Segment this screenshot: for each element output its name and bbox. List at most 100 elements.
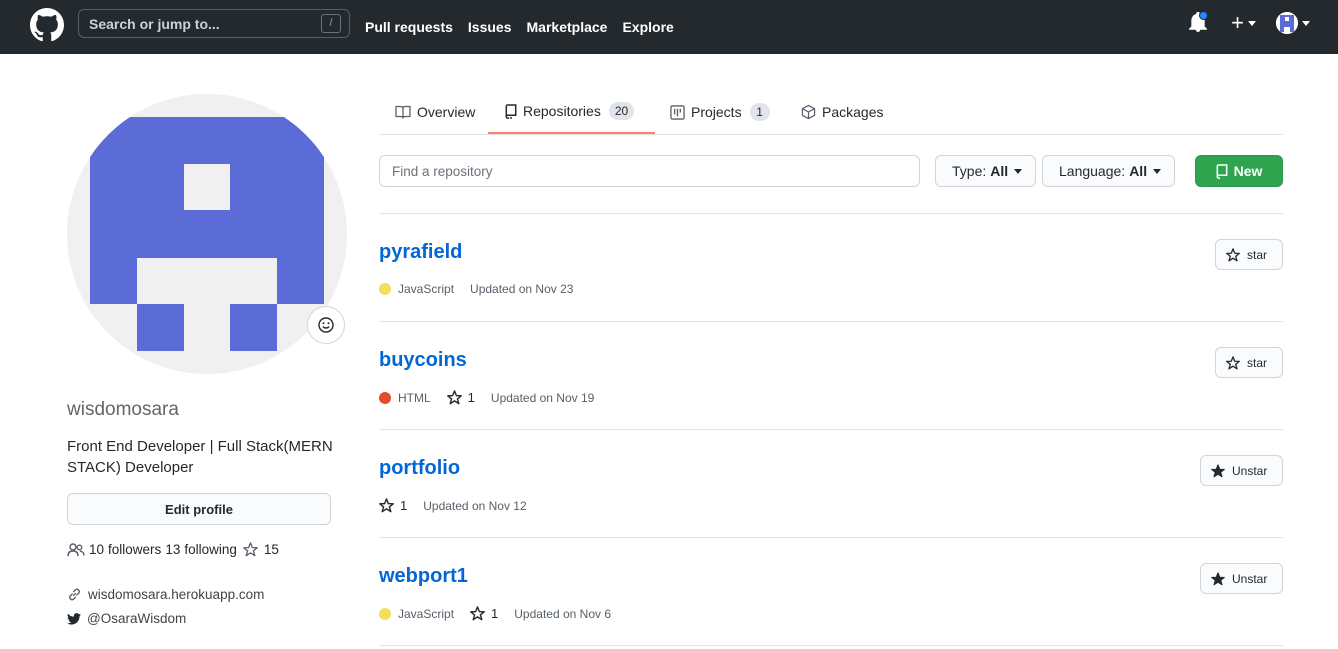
repo-language: JavaScript — [398, 606, 455, 621]
tab-label: Overview — [417, 104, 476, 120]
repo-star-count: 1 — [491, 606, 499, 621]
type-filter-dropdown[interactable]: Type: All — [935, 155, 1036, 187]
repo-icon — [1216, 163, 1228, 179]
profile-avatar — [67, 94, 347, 374]
repo-updated: Updated on Nov 23 — [470, 282, 574, 296]
star-icon — [1226, 355, 1240, 369]
repo-stargazers[interactable]: 1 — [470, 606, 498, 621]
language-color-dot — [379, 283, 391, 295]
repo-stargazers[interactable]: 1 — [379, 498, 407, 513]
search-input[interactable] — [79, 10, 309, 37]
repo-star-count: 1 — [400, 498, 408, 513]
unstar-button[interactable]: Unstar — [1200, 455, 1283, 486]
star-filled-icon — [1211, 571, 1225, 585]
github-logo-icon[interactable] — [30, 8, 64, 42]
tab-label: Packages — [822, 104, 884, 120]
stars-count[interactable]: 15 — [264, 542, 279, 557]
repo-meta: JavaScript 1 Updated on Nov 6 — [379, 606, 611, 621]
star-button-label: star — [1247, 355, 1268, 370]
edit-profile-button[interactable]: Edit profile — [67, 493, 331, 525]
repo-meta: JavaScript Updated on Nov 23 — [379, 282, 573, 296]
follow-stats: 10 followers 13 following 15 — [67, 542, 283, 557]
chevron-down-icon — [1014, 168, 1023, 174]
tab-label: Projects — [691, 104, 742, 120]
star-button[interactable]: star — [1215, 347, 1283, 378]
profile-bio: Front End Developer | Full Stack(MERN ST… — [67, 438, 333, 476]
star-icon — [1226, 247, 1240, 261]
repo-stargazers[interactable]: 1 — [446, 390, 475, 405]
nav-explore[interactable]: Explore — [622, 19, 673, 35]
global-search[interactable]: / — [78, 9, 350, 38]
repo-updated: Updated on Nov 19 — [490, 390, 595, 405]
header-nav: Pull requests Issues Marketplace Explore — [365, 0, 689, 54]
user-menu[interactable] — [1276, 12, 1310, 34]
twitter-icon — [67, 612, 81, 625]
star-button[interactable]: star — [1215, 239, 1283, 270]
header-actions: + — [1189, 11, 1310, 34]
divider — [379, 213, 1283, 214]
star-button-label: Unstar — [1232, 571, 1268, 586]
following-label[interactable]: following — [184, 542, 237, 557]
star-icon — [470, 606, 485, 621]
star-button-label: Unstar — [1232, 463, 1268, 478]
website-text[interactable]: wisdomosara.herokuapp.com — [88, 587, 264, 602]
chevron-down-icon — [1153, 168, 1162, 174]
type-filter-label: Type: — [952, 163, 987, 179]
star-icon — [446, 390, 462, 405]
notifications-button[interactable] — [1189, 11, 1209, 34]
tab-packages[interactable]: Packages — [801, 90, 883, 134]
new-button-label: New — [1233, 163, 1263, 179]
repo-name-link[interactable]: webport1 — [379, 565, 468, 588]
following-count[interactable]: 13 — [165, 542, 180, 557]
divider — [379, 321, 1283, 322]
twitter-link[interactable]: @OsaraWisdom — [67, 611, 186, 626]
people-icon — [67, 542, 85, 556]
tab-label: Repositories — [523, 103, 601, 119]
repo-star-count: 1 — [467, 390, 475, 405]
repo-meta: 1 Updated on Nov 12 — [379, 498, 527, 513]
nav-marketplace[interactable]: Marketplace — [527, 19, 608, 35]
repo-updated: Updated on Nov 6 — [514, 606, 611, 621]
profile-username: wisdomosara — [67, 399, 179, 420]
unstar-button[interactable]: Unstar — [1200, 563, 1283, 594]
nav-issues[interactable]: Issues — [468, 19, 512, 35]
link-icon — [69, 588, 80, 601]
language-filter-value: All — [1129, 163, 1148, 179]
top-header: / Pull requests Issues Marketplace Explo… — [0, 0, 1338, 54]
star-icon — [242, 542, 258, 557]
language-filter-label: Language: — [1059, 163, 1126, 179]
repo-name-link[interactable]: portfolio — [379, 457, 460, 480]
twitter-handle[interactable]: @OsaraWisdom — [87, 611, 186, 626]
search-shortcut-hint: / — [321, 14, 341, 33]
book-icon — [395, 105, 411, 119]
package-icon — [801, 104, 816, 120]
chevron-down-icon — [1302, 20, 1310, 26]
divider — [379, 429, 1283, 430]
divider — [379, 537, 1283, 538]
avatar — [1276, 12, 1298, 34]
language-color-dot — [379, 607, 391, 620]
followers-label[interactable]: followers — [108, 542, 161, 557]
website-link[interactable]: wisdomosara.herokuapp.com — [67, 587, 264, 602]
tab-projects[interactable]: Projects 1 — [670, 90, 770, 134]
find-repository-input[interactable] — [379, 155, 920, 187]
nav-pull-requests[interactable]: Pull requests — [365, 19, 453, 35]
repo-name-link[interactable]: pyrafield — [379, 241, 462, 264]
star-icon — [379, 498, 394, 513]
plus-icon: + — [1231, 10, 1244, 35]
project-icon — [670, 104, 685, 120]
tab-repositories[interactable]: Repositories 20 — [488, 90, 655, 134]
tab-overview[interactable]: Overview — [395, 90, 475, 134]
new-repository-button[interactable]: New — [1195, 155, 1283, 187]
repo-icon — [505, 103, 517, 119]
repo-name-link[interactable]: buycoins — [379, 349, 467, 372]
set-status-button[interactable] — [307, 306, 345, 344]
followers-count[interactable]: 10 — [89, 542, 104, 557]
language-filter-dropdown[interactable]: Language: All — [1042, 155, 1175, 187]
create-new-menu[interactable]: + — [1231, 12, 1256, 34]
profile-tabs: Overview Repositories 20 Projects 1 Pack… — [379, 90, 1283, 135]
type-filter-value: All — [990, 163, 1009, 179]
divider — [379, 645, 1283, 646]
repo-language: HTML — [398, 390, 431, 405]
repo-updated: Updated on Nov 12 — [423, 498, 527, 513]
